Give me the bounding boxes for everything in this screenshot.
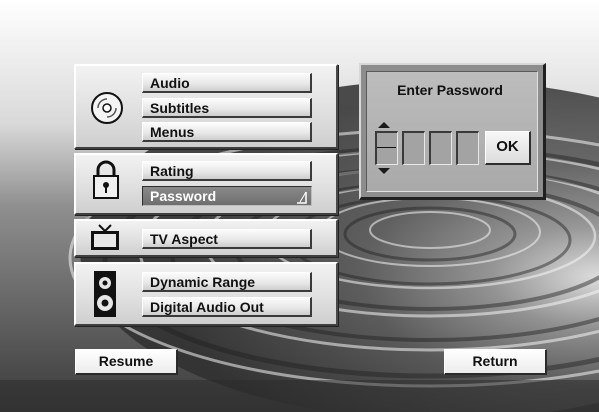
menus-button[interactable]: Menus — [142, 122, 312, 142]
disc-icon — [91, 92, 123, 124]
arrow-down-icon[interactable] — [377, 167, 391, 175]
password-digit-2[interactable] — [402, 131, 425, 165]
dynamic-range-button[interactable]: Dynamic Range — [142, 272, 312, 292]
dvd-setup-screen: Audio Subtitles Menus Rating Password TV… — [0, 0, 599, 412]
audio-button[interactable]: Audio — [142, 73, 312, 93]
selection-indicator-icon — [297, 191, 307, 204]
digital-audio-out-button[interactable]: Digital Audio Out — [142, 297, 312, 317]
digit-cursor — [377, 147, 396, 148]
subtitles-button[interactable]: Subtitles — [142, 98, 312, 118]
tv-icon — [91, 224, 119, 250]
speaker-icon — [94, 271, 116, 317]
password-dialog-title: Enter Password — [397, 82, 503, 98]
password-digit-4[interactable] — [456, 131, 479, 165]
password-digit-3[interactable] — [429, 131, 452, 165]
resume-button[interactable]: Resume — [75, 349, 178, 375]
tv-aspect-button[interactable]: TV Aspect — [142, 229, 312, 249]
lock-icon — [93, 160, 119, 199]
password-button[interactable]: Password — [142, 186, 312, 206]
arrow-up-icon[interactable] — [377, 121, 391, 129]
rating-button[interactable]: Rating — [142, 161, 312, 181]
password-button-label: Password — [150, 188, 217, 204]
password-digit-1[interactable] — [375, 131, 398, 165]
ok-button[interactable]: OK — [485, 131, 531, 165]
return-button[interactable]: Return — [444, 349, 547, 375]
